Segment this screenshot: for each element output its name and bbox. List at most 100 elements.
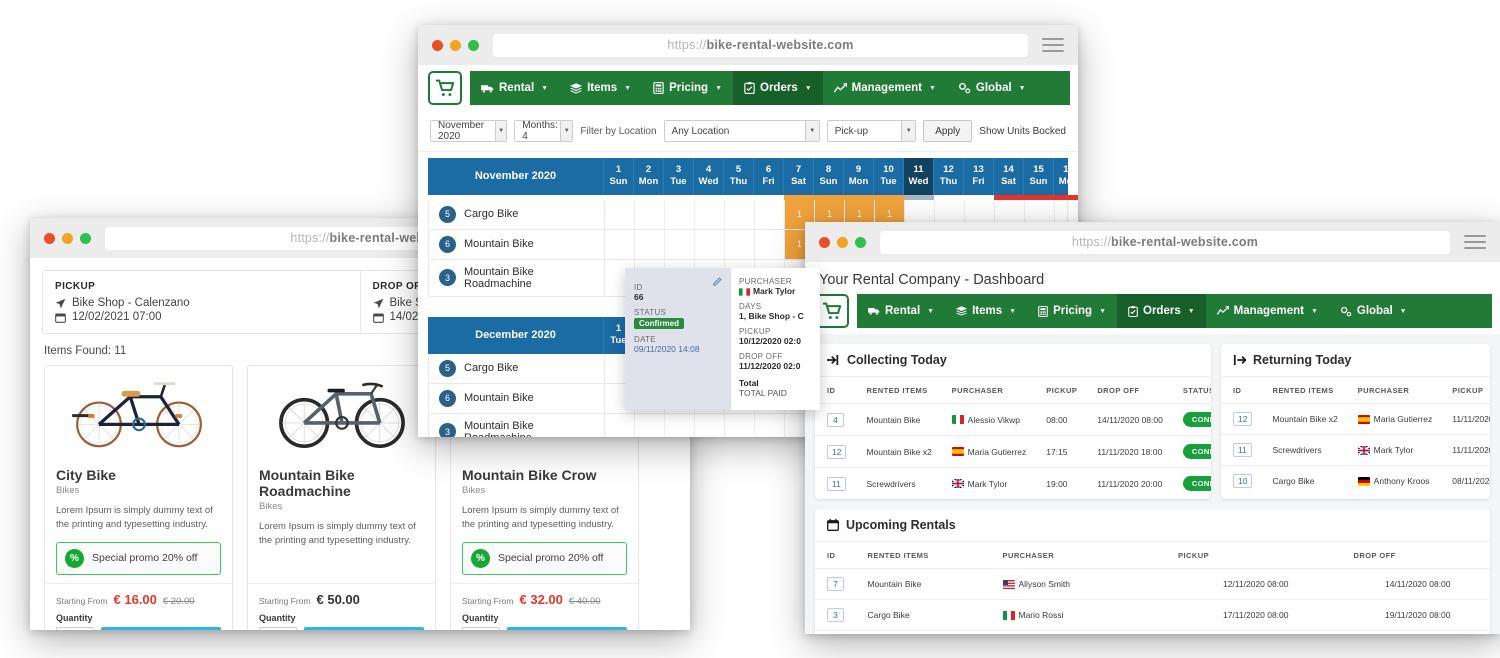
nav-item-orders[interactable]: Orders ▼ xyxy=(1117,294,1206,328)
browser-menu-icon[interactable] xyxy=(1042,38,1064,52)
nav-item-items[interactable]: Items ▼ xyxy=(559,71,642,105)
calendar-cell[interactable] xyxy=(635,199,665,229)
calendar-day-header[interactable]: 12 Thu xyxy=(934,158,964,195)
table-row[interactable]: 10 Cargo Bike Anthony Kroos 08/11/2020 1… xyxy=(1221,466,1490,497)
calendar-day-header[interactable]: 1 Sun xyxy=(604,158,634,195)
edit-icon[interactable] xyxy=(713,277,722,288)
nav-item-orders[interactable]: Orders ▼ xyxy=(733,71,823,105)
calendar-day-header[interactable]: 4 Wed xyxy=(694,158,724,195)
product-card[interactable]: Mountain Bike Roadmachine Bikes Lorem Ip… xyxy=(247,365,436,630)
status-badge: CONFIRMED xyxy=(1182,476,1211,491)
calendar-cell[interactable] xyxy=(665,199,695,229)
id-chip[interactable]: 12 xyxy=(1233,412,1253,426)
nav-item-global[interactable]: Global ▼ xyxy=(947,71,1037,105)
calendar-day-header[interactable]: 13 Fri xyxy=(964,158,994,195)
calendar-cell[interactable] xyxy=(725,413,755,437)
calendar-day-header[interactable]: 9 Mon xyxy=(844,158,874,195)
nav-item-items[interactable]: Items ▼ xyxy=(945,294,1027,328)
table-row[interactable]: 12 Mountain Bike x2 Maria Gutierrez 17:1… xyxy=(815,435,1211,468)
minimize-window-dot[interactable] xyxy=(450,39,461,51)
calendar-address-bar[interactable]: https://bike-rental-website.com xyxy=(493,33,1028,57)
calendar-day-header[interactable]: 7 Sat xyxy=(784,158,814,195)
location-select[interactable]: Any Location ▼ xyxy=(663,120,820,142)
nav-item-rental[interactable]: Rental ▼ xyxy=(470,71,559,105)
id-chip[interactable]: 11 xyxy=(827,476,846,491)
table-row[interactable]: 11 Screwdrivers Mark Tylor 19:00 11/11/2… xyxy=(815,468,1211,500)
calendar-cell[interactable] xyxy=(755,413,785,437)
calendar-cell[interactable] xyxy=(695,413,725,437)
calendar-cell[interactable] xyxy=(725,229,755,259)
table-row[interactable]: 11 Screwdrivers Mark Tylor 11/11/2020 19… xyxy=(1221,434,1490,466)
calendar-day-header[interactable]: 2 Mon xyxy=(634,158,664,195)
table-row[interactable]: 3 Cargo Bike Mario Rossi 17/11/2020 08:0… xyxy=(815,599,1490,631)
calendar-cell[interactable] xyxy=(635,229,665,259)
show-units-booked-link[interactable]: Show Units Bocked xyxy=(979,126,1066,137)
book-button[interactable]: BOOK xyxy=(101,626,221,630)
close-window-dot[interactable] xyxy=(44,232,55,244)
apply-button[interactable]: Apply xyxy=(923,120,973,142)
nav-item-rental[interactable]: Rental ▼ xyxy=(857,294,945,328)
calendar-day-header-today[interactable]: 11 Wed xyxy=(904,158,934,195)
id-chip[interactable]: 4 xyxy=(827,412,844,427)
calendar-cell[interactable] xyxy=(605,413,635,437)
calendar-day-header[interactable]: 16 Mon xyxy=(1054,158,1078,195)
browser-menu-icon[interactable] xyxy=(1464,235,1486,249)
calendar-cell[interactable] xyxy=(635,413,665,437)
window-controls[interactable] xyxy=(44,232,91,244)
id-chip[interactable]: 11 xyxy=(1233,443,1252,457)
book-button[interactable]: BOOK xyxy=(304,626,424,630)
calendar-day-header[interactable]: 6 Fri xyxy=(754,158,784,195)
calendar-day-header[interactable]: 8 Sun xyxy=(814,158,844,195)
nav-item-management[interactable]: Management ▼ xyxy=(1206,294,1329,328)
calendar-cell[interactable] xyxy=(725,199,755,229)
book-button[interactable]: BOOK xyxy=(507,626,627,630)
nav-item-pricing[interactable]: Pricing ▼ xyxy=(642,71,733,105)
cell-pickup: 11/11/2020 17: xyxy=(1440,403,1490,435)
window-controls[interactable] xyxy=(432,39,479,51)
nav-item-global[interactable]: Global ▼ xyxy=(1329,294,1418,328)
gears-icon xyxy=(958,82,971,94)
quantity-stepper[interactable]: 1 ▲▼ xyxy=(462,626,500,630)
table-row[interactable]: 12 Mountain Bike x2 Maria Gutierrez 11/1… xyxy=(1221,403,1490,435)
id-chip[interactable]: 3 xyxy=(827,608,844,622)
close-window-dot[interactable] xyxy=(432,39,443,51)
calendar-cell[interactable] xyxy=(605,199,635,229)
nav-item-management[interactable]: Management ▼ xyxy=(823,71,947,105)
id-chip[interactable]: 7 xyxy=(827,577,844,591)
calendar-cell[interactable] xyxy=(755,229,785,259)
month-select[interactable]: November 2020 ▼ xyxy=(430,120,508,142)
months-count-select[interactable]: Months: 4 ▼ xyxy=(514,120,574,142)
table-row[interactable]: 4 Mountain Bike Alessio Vikwp 08:00 14/1… xyxy=(815,403,1211,436)
table-row[interactable]: 7 Mountain Bike Allyson Smith 12/11/2020… xyxy=(815,568,1490,600)
id-chip[interactable]: 12 xyxy=(827,444,847,459)
id-chip[interactable]: 10 xyxy=(1233,474,1253,488)
table-row[interactable]: 5 Professional Drill Anthony Twain 18/11… xyxy=(815,631,1490,635)
minimize-window-dot[interactable] xyxy=(837,236,848,248)
quantity-stepper[interactable]: 1 ▲▼ xyxy=(56,626,94,630)
calendar-day-header[interactable]: 10 Tue xyxy=(874,158,904,195)
cart-logo-icon[interactable] xyxy=(428,71,462,105)
maximize-window-dot[interactable] xyxy=(855,236,866,248)
calendar-day-header[interactable]: 3 Tue xyxy=(664,158,694,195)
calendar-cell[interactable] xyxy=(665,413,695,437)
product-card[interactable]: City Bike Bikes Lorem Ipsum is simply du… xyxy=(44,365,233,630)
calendar-cell[interactable] xyxy=(695,229,725,259)
quantity-stepper[interactable]: 1 ▲▼ xyxy=(259,626,297,630)
col-dropoff: DROP OFF xyxy=(1341,542,1490,569)
dashboard-address-bar[interactable]: https://bike-rental-website.com xyxy=(880,230,1450,254)
calendar-cell[interactable] xyxy=(755,199,785,229)
mode-select[interactable]: Pick-up ▼ xyxy=(826,120,917,142)
close-window-dot[interactable] xyxy=(819,236,830,248)
calendar-day-header[interactable]: 5 Thu xyxy=(724,158,754,195)
calendar-day-header[interactable]: 14 Sat xyxy=(994,158,1024,195)
maximize-window-dot[interactable] xyxy=(80,232,91,244)
calendar-day-header[interactable]: 15 Sun xyxy=(1024,158,1054,195)
cart-logo-icon[interactable] xyxy=(815,294,849,328)
calendar-cell[interactable] xyxy=(695,199,725,229)
window-controls[interactable] xyxy=(819,236,866,248)
minimize-window-dot[interactable] xyxy=(62,232,73,244)
calendar-cell[interactable] xyxy=(605,229,635,259)
maximize-window-dot[interactable] xyxy=(468,39,479,51)
nav-item-pricing[interactable]: Pricing ▼ xyxy=(1027,294,1117,328)
calendar-cell[interactable] xyxy=(665,229,695,259)
